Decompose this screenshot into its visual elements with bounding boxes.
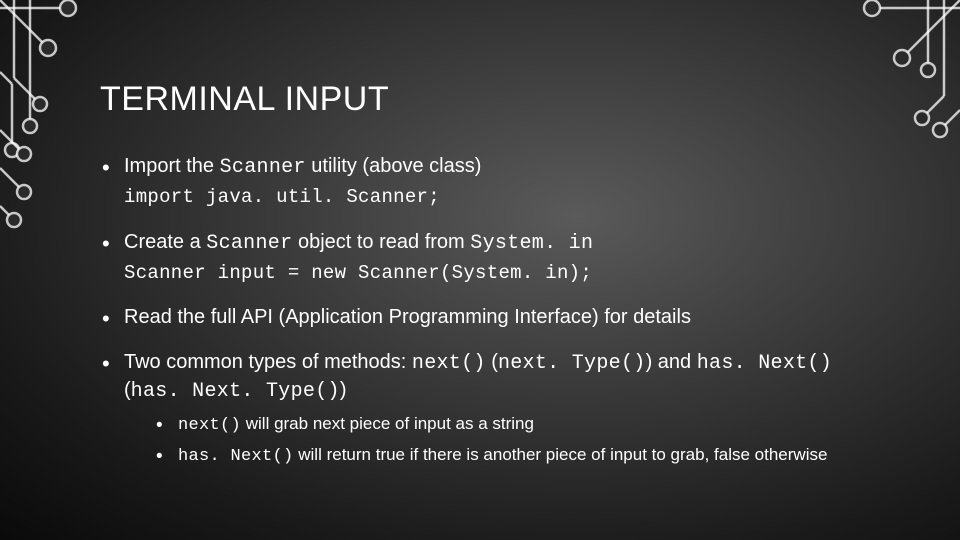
text: ) xyxy=(340,379,347,401)
code: Scanner xyxy=(220,156,306,179)
sub-bullet-list: next() will grab next piece of input as … xyxy=(124,413,870,469)
sub-bullet-1: next() will grab next piece of input as … xyxy=(156,413,870,438)
text: ) and xyxy=(646,351,697,373)
code-line: import java. util. Scanner; xyxy=(124,185,870,211)
code: Scanner xyxy=(206,232,292,255)
text: ( xyxy=(124,379,131,401)
slide: TERMINAL INPUT Import the Scanner utilit… xyxy=(0,0,960,540)
code: next. Type() xyxy=(498,352,646,375)
text: will return true if there is another pie… xyxy=(294,445,828,464)
code: next() xyxy=(412,352,486,375)
code: System. in xyxy=(470,232,593,255)
bullet-3: Read the full API (Application Programmi… xyxy=(100,304,870,331)
text: Import the xyxy=(124,155,220,177)
bullet-4: Two common types of methods: next() (nex… xyxy=(100,349,870,469)
text: Read the full API (Application Programmi… xyxy=(124,306,691,328)
text: Two common types of methods: xyxy=(124,351,412,373)
bullet-list: Import the Scanner utility (above class)… xyxy=(100,153,870,469)
sub-bullet-2: has. Next() will return true if there is… xyxy=(156,444,870,469)
code: has. Next() xyxy=(178,447,294,466)
text: Create a xyxy=(124,231,206,253)
code: has. Next. Type() xyxy=(131,380,340,403)
slide-title: TERMINAL INPUT xyxy=(100,80,870,119)
text: utility (above class) xyxy=(306,155,482,177)
bullet-2: Create a Scanner object to read from Sys… xyxy=(100,229,870,287)
text: will grab next piece of input as a strin… xyxy=(241,414,534,433)
text: ( xyxy=(486,351,498,373)
code-line: Scanner input = new Scanner(System. in); xyxy=(124,261,870,287)
code: next() xyxy=(178,416,241,435)
code: has. Next() xyxy=(697,352,832,375)
bullet-1: Import the Scanner utility (above class)… xyxy=(100,153,870,211)
text: object to read from xyxy=(292,231,470,253)
